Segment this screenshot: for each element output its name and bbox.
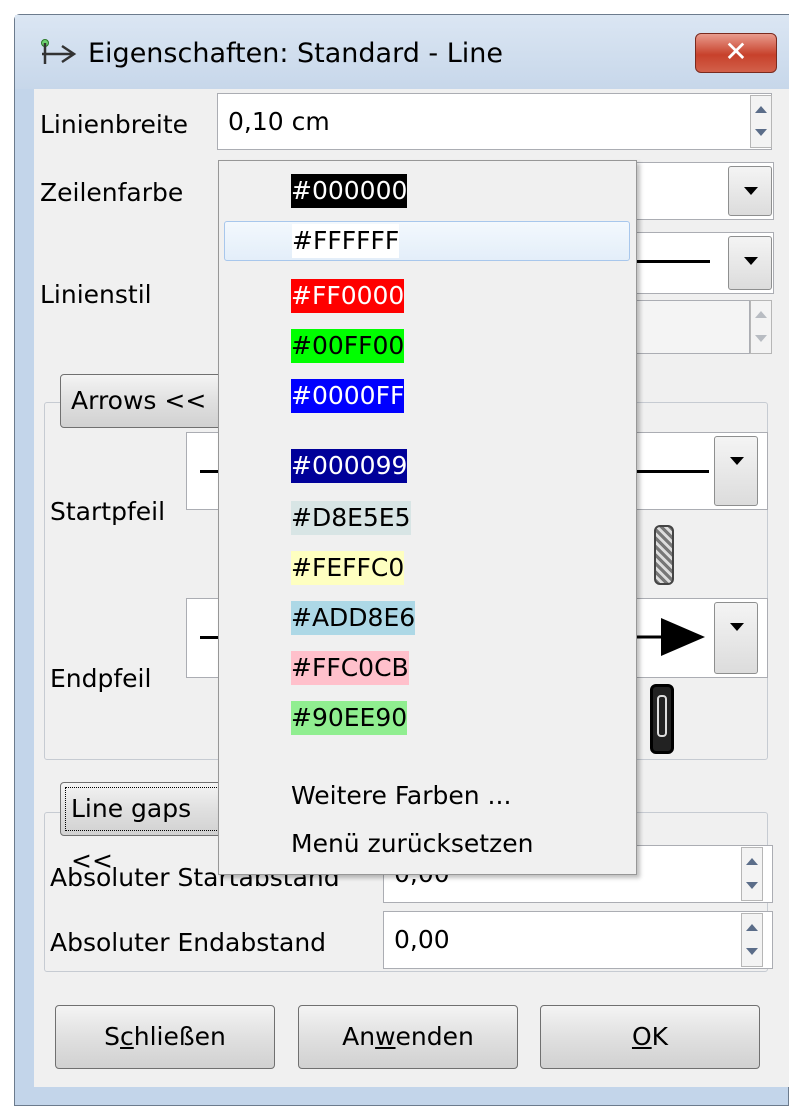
color-swatch: #FFFFFF [292, 224, 400, 258]
end-arrow-left-preview [200, 636, 218, 639]
line-color-label: Zeilenfarbe [40, 178, 184, 207]
spin-up-icon [755, 311, 767, 318]
more-colors-label: Weitere Farben ... [291, 781, 512, 810]
apply-button[interactable]: Anwenden [298, 1005, 518, 1069]
ok-button[interactable]: OK [540, 1005, 760, 1069]
line-style-label: Linienstil [40, 280, 152, 309]
close-window-button[interactable]: ✕ [695, 33, 777, 73]
spin-down-icon[interactable] [746, 948, 758, 955]
close-button-mnemonic: c [120, 1022, 134, 1051]
arrows-toggle-button[interactable]: Arrows << [60, 374, 230, 428]
line-width-label: Linienbreite [40, 110, 188, 139]
color-item-light-yellow[interactable]: #FEFFC0 [219, 548, 636, 588]
color-swatch: #FEFFC0 [291, 551, 405, 585]
color-item-black[interactable]: #000000 [219, 171, 636, 211]
color-item-red[interactable]: #FF0000 [219, 276, 636, 316]
close-icon: ✕ [724, 35, 748, 68]
start-arrow-link-icon[interactable] [654, 525, 674, 585]
line-width-input[interactable]: 0,10 cm [217, 93, 772, 150]
color-item-light-green[interactable]: #90EE90 [219, 698, 636, 738]
apply-button-mnemonic: w [375, 1022, 396, 1051]
ok-button-mnemonic: O [631, 1022, 652, 1051]
start-gap-spinner[interactable] [741, 847, 763, 901]
color-item-green[interactable]: #00FF00 [219, 326, 636, 366]
color-swatch: #FFC0CB [291, 651, 409, 685]
color-swatch: #ADD8E6 [291, 601, 416, 635]
start-arrow-left-preview [200, 470, 218, 473]
spin-up-icon[interactable] [746, 924, 758, 931]
line-transparency-spinner[interactable] [750, 300, 772, 354]
apply-button-text-a: An [342, 1022, 376, 1051]
close-button[interactable]: Schließen [55, 1005, 275, 1069]
start-arrow-label: Startpfeil [50, 497, 166, 526]
spin-down-icon[interactable] [755, 129, 767, 136]
color-item-pink[interactable]: #FFC0CB [219, 648, 636, 688]
end-arrow-preview-icon [637, 618, 705, 656]
color-swatch: #000000 [291, 174, 408, 208]
line-style-preview [636, 260, 710, 263]
color-item-light-gray[interactable]: #D8E5E5 [219, 498, 636, 538]
end-gap-input[interactable]: 0,00 [383, 911, 773, 969]
end-arrow-link-icon[interactable] [650, 684, 674, 754]
spin-up-icon[interactable] [755, 106, 767, 113]
line-transparency-field[interactable] [630, 300, 750, 354]
color-dropdown-menu: #000000 #FFFFFF #FF0000 #00FF00 #0000FF … [218, 160, 637, 875]
spin-down-icon [755, 335, 767, 342]
spin-down-icon[interactable] [746, 882, 758, 889]
start-arrow-right-preview [637, 470, 709, 473]
close-button-text-b: hließen [133, 1022, 226, 1051]
end-gap-label: Absoluter Endabstand [50, 928, 327, 957]
window-title: Eigenschaften: Standard - Line [88, 38, 504, 69]
reset-menu-label: Menü zurücksetzen [291, 829, 534, 858]
line-tool-icon [41, 39, 77, 64]
color-item-navy[interactable]: #000099 [219, 446, 636, 486]
apply-button-text-b: enden [395, 1022, 474, 1051]
color-swatch: #D8E5E5 [291, 501, 411, 535]
color-swatch: #000099 [291, 449, 408, 483]
color-item-light-blue[interactable]: #ADD8E6 [219, 598, 636, 638]
line-color-dropdown-button[interactable] [728, 166, 772, 216]
more-colors-item[interactable]: Weitere Farben ... [219, 778, 636, 818]
color-item-white[interactable]: #FFFFFF [224, 221, 630, 261]
line-style-dropdown-button[interactable] [728, 236, 772, 290]
reset-menu-item[interactable]: Menü zurücksetzen [219, 826, 636, 866]
spin-up-icon[interactable] [746, 858, 758, 865]
start-arrow-dropdown-button[interactable] [714, 436, 758, 506]
line-gaps-toggle-button[interactable]: Line gaps << [60, 782, 230, 875]
end-arrow-dropdown-button[interactable] [714, 602, 758, 674]
line-width-spinner[interactable] [750, 95, 772, 148]
color-swatch: #00FF00 [291, 329, 405, 363]
close-button-text-a: S [104, 1022, 121, 1051]
color-swatch: #0000FF [291, 379, 405, 413]
color-swatch: #FF0000 [291, 279, 405, 313]
end-gap-spinner[interactable] [741, 913, 763, 967]
ok-button-text-b: K [651, 1022, 669, 1051]
color-item-blue[interactable]: #0000FF [219, 376, 636, 416]
color-swatch: #90EE90 [291, 701, 408, 735]
end-arrow-label: Endpfeil [50, 664, 152, 693]
